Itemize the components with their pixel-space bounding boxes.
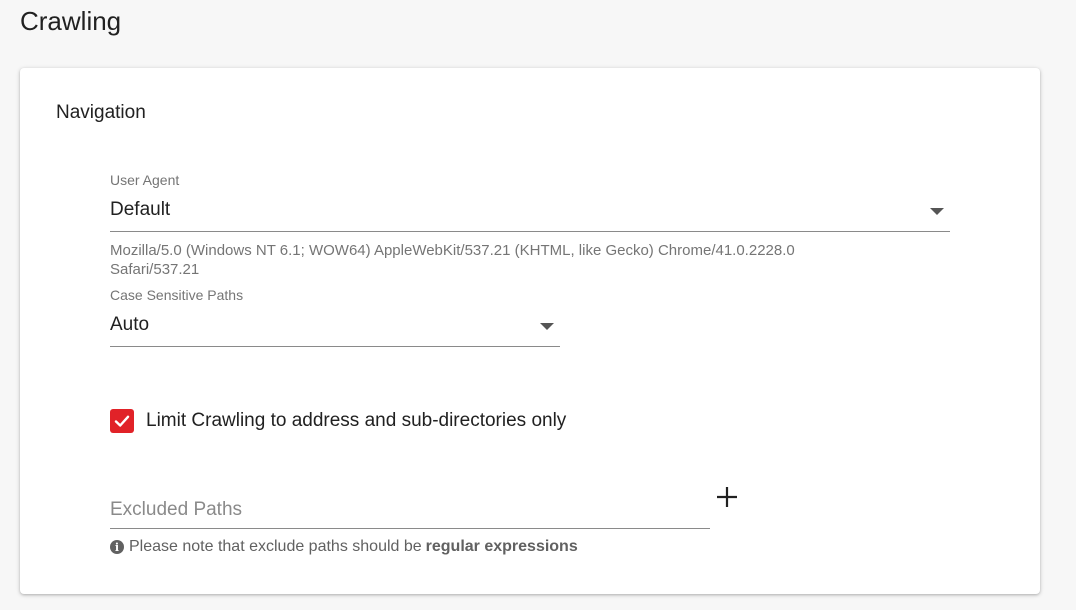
note-text: Please note that exclude paths should be <box>129 538 422 555</box>
limit-crawling-checkbox[interactable] <box>110 409 134 433</box>
chevron-down-icon <box>930 208 944 215</box>
case-sensitive-value: Auto <box>110 314 150 335</box>
excluded-paths-input[interactable] <box>110 492 710 529</box>
user-agent-label: User Agent <box>110 172 180 188</box>
check-icon <box>114 415 130 427</box>
user-agent-hint: Mozilla/5.0 (Windows NT 6.1; WOW64) Appl… <box>110 241 795 279</box>
info-icon: i <box>110 540 124 554</box>
user-agent-value: Default <box>110 199 171 220</box>
section-title: Navigation <box>56 102 146 123</box>
user-agent-hint-line2: Safari/537.21 <box>110 261 200 278</box>
note-emphasis: regular expressions <box>425 538 578 555</box>
user-agent-select[interactable]: Default <box>110 199 950 232</box>
user-agent-hint-line1: Mozilla/5.0 (Windows NT 6.1; WOW64) Appl… <box>110 242 795 259</box>
case-sensitive-select[interactable]: Auto <box>110 314 560 347</box>
limit-crawling-checkbox-row[interactable]: Limit Crawling to address and sub-direct… <box>110 409 566 433</box>
limit-crawling-label: Limit Crawling to address and sub-direct… <box>146 410 567 431</box>
excluded-paths-note: i Please note that exclude paths should … <box>110 538 578 556</box>
navigation-card: Navigation User Agent Default Mozilla/5.… <box>20 68 1040 594</box>
chevron-down-icon <box>540 323 554 330</box>
page-title: Crawling <box>20 6 122 36</box>
plus-icon <box>717 487 737 507</box>
add-excluded-path-button[interactable] <box>712 482 742 512</box>
case-sensitive-label: Case Sensitive Paths <box>110 287 244 303</box>
